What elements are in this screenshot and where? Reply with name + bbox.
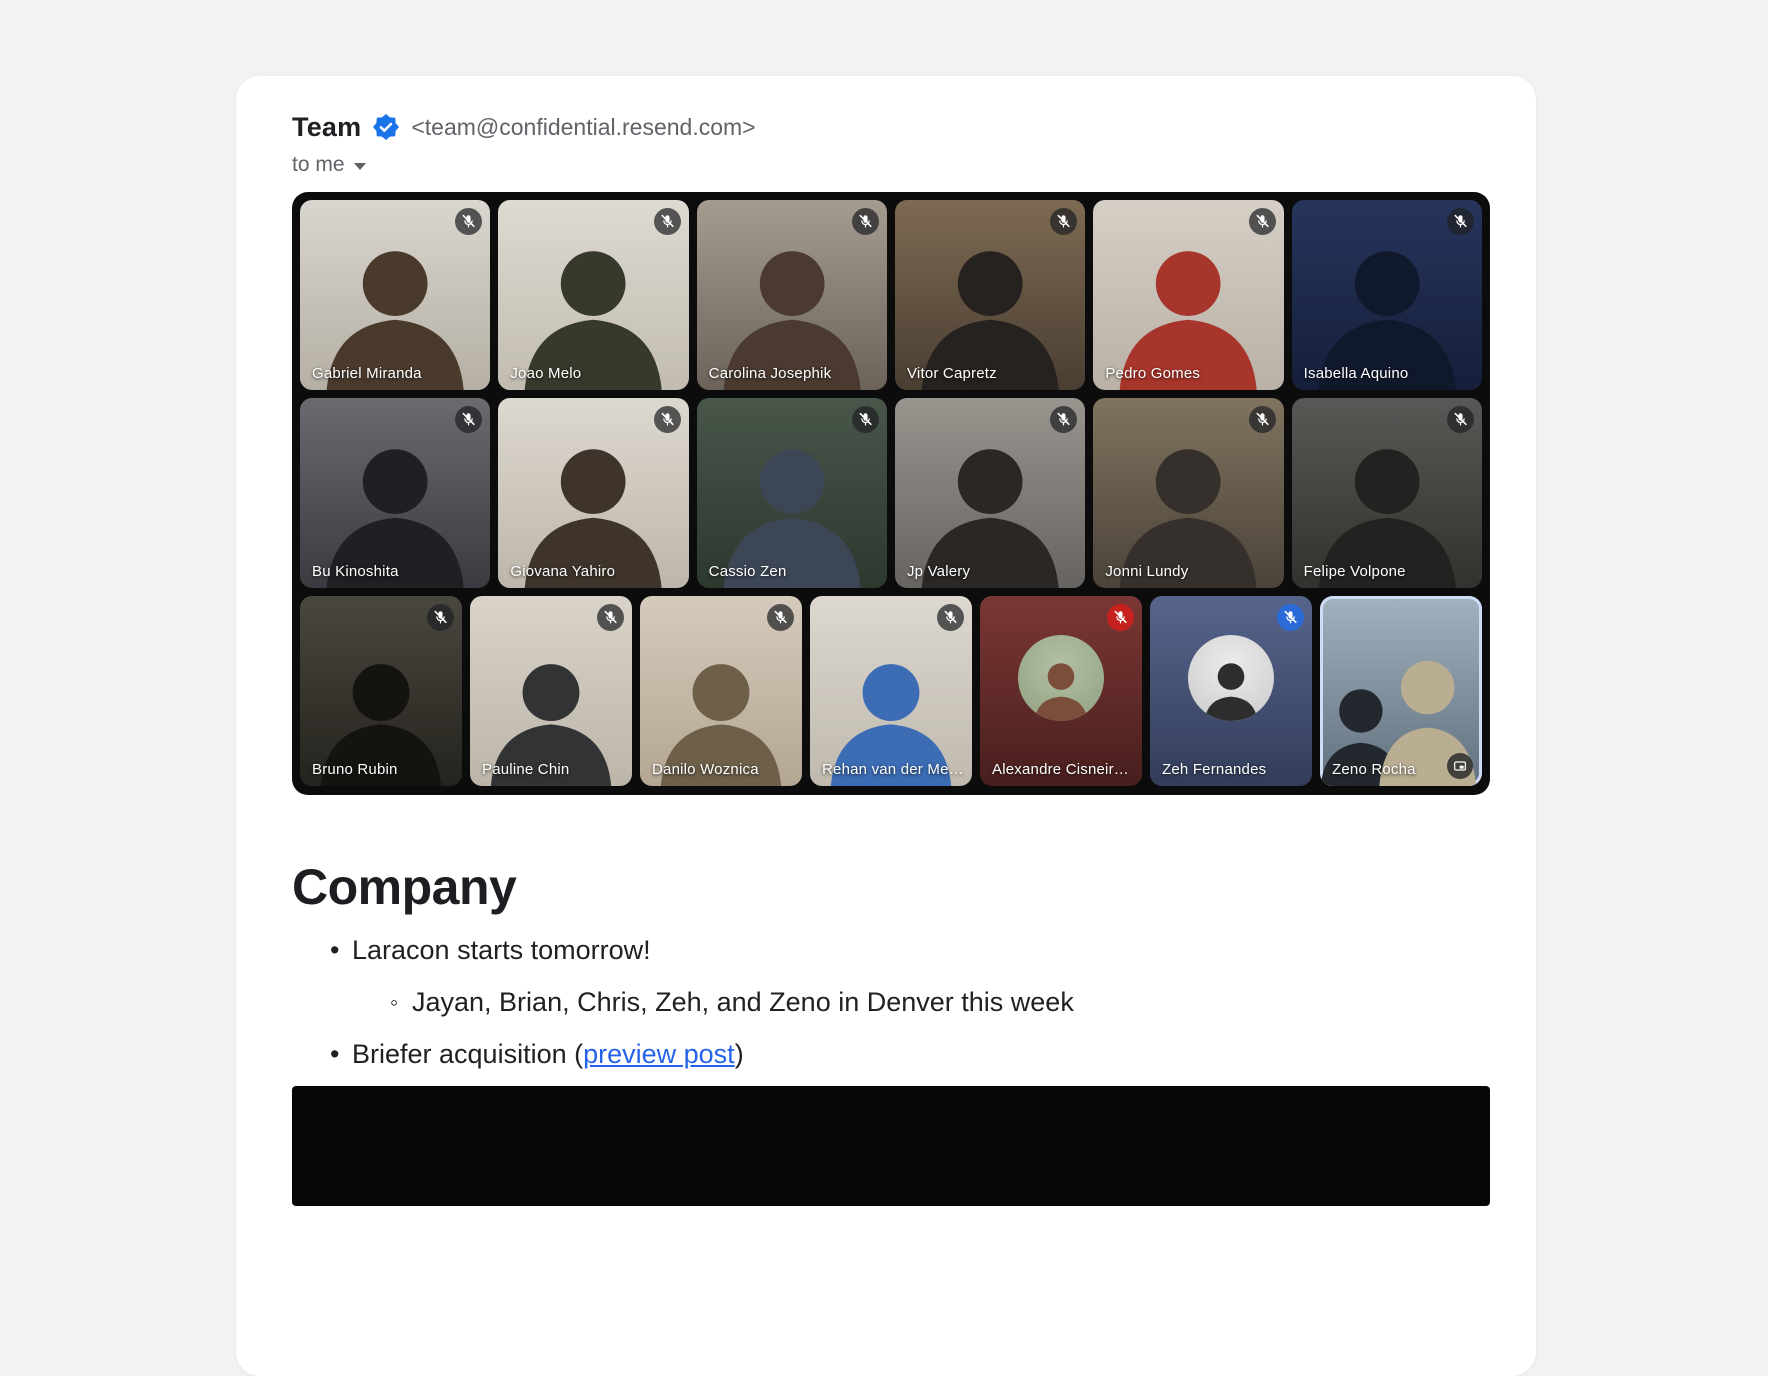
preview-post-link[interactable]: preview post	[583, 1039, 735, 1069]
participant-tile: Carolina Josephik	[697, 200, 887, 390]
participant-tile: Danilo Woznica	[640, 596, 802, 786]
chevron-down-icon[interactable]	[354, 163, 366, 170]
participant-tile: Bu Kinoshita	[300, 398, 490, 588]
sender-address: <team@confidential.resend.com>	[411, 110, 755, 144]
participant-name: Vitor Capretz	[907, 365, 997, 382]
list-item-text: Briefer acquisition (preview post)	[352, 1037, 744, 1071]
avatar	[1188, 635, 1274, 721]
participant-name: Zeno Rocha	[1332, 761, 1416, 778]
list-item-text-before: Briefer acquisition (	[352, 1039, 583, 1069]
meet-grid-row-2: Bu Kinoshita Giovana Yahi	[300, 398, 1482, 588]
sender-name: Team	[292, 110, 361, 144]
recipient-label: to me	[292, 152, 345, 178]
mic-off-icon	[937, 604, 964, 631]
participant-name: Felipe Volpone	[1304, 563, 1406, 580]
mic-off-icon	[654, 406, 681, 433]
mic-off-icon	[427, 604, 454, 631]
participant-tile: Jonni Lundy	[1093, 398, 1283, 588]
participant-tile: Cassio Zen	[697, 398, 887, 588]
participant-name: Zeh Fernandes	[1162, 761, 1266, 778]
recipient-row[interactable]: to me	[292, 152, 366, 178]
mic-off-icon	[1277, 604, 1304, 631]
mic-off-icon	[767, 604, 794, 631]
participant-tile: Jp Valery	[895, 398, 1085, 588]
mic-off-icon	[1249, 406, 1276, 433]
participant-tile: Isabella Aquino	[1292, 200, 1482, 390]
mic-off-icon	[597, 604, 624, 631]
participant-name: Gabriel Miranda	[312, 365, 422, 382]
participant-tile: Bruno Rubin	[300, 596, 462, 786]
participant-tile: Zeh Fernandes	[1150, 596, 1312, 786]
email-card: Team <team@confidential.resend.com> to m…	[236, 76, 1536, 1376]
participant-name: Carolina Josephik	[709, 365, 832, 382]
picture-in-picture-icon	[1447, 753, 1473, 779]
participant-name: Pedro Gomes	[1105, 365, 1200, 382]
verified-badge-icon	[373, 114, 399, 140]
participant-name: Cassio Zen	[709, 563, 787, 580]
mic-off-icon	[852, 406, 879, 433]
bullet-marker: •	[330, 1037, 352, 1071]
mic-off-icon	[654, 208, 681, 235]
meet-grid-row-1: Gabriel Miranda Joao Melo	[300, 200, 1482, 390]
participant-name: Joao Melo	[510, 365, 581, 382]
section-heading: Company	[292, 857, 1490, 917]
participant-tile: Zeno Rocha	[1320, 596, 1482, 786]
participant-name: Isabella Aquino	[1304, 365, 1409, 382]
participant-name: Rehan van der Me…	[822, 761, 964, 778]
list-item: ◦ Jayan, Brian, Chris, Zeh, and Zeno in …	[292, 985, 1490, 1019]
list-item: • Laracon starts tomorrow!	[292, 933, 1490, 967]
mic-off-icon	[1447, 208, 1474, 235]
participant-name: Giovana Yahiro	[510, 563, 615, 580]
participant-tile: Giovana Yahiro	[498, 398, 688, 588]
mic-off-icon	[1107, 604, 1134, 631]
participant-tile: Joao Melo	[498, 200, 688, 390]
email-header: Team <team@confidential.resend.com>	[292, 110, 1490, 144]
bullet-list: • Laracon starts tomorrow! ◦ Jayan, Bria…	[292, 933, 1490, 1071]
video-call-image[interactable]: Gabriel Miranda Joao Melo	[292, 192, 1490, 795]
list-item-text: Jayan, Brian, Chris, Zeh, and Zeno in De…	[412, 985, 1074, 1019]
mic-off-icon	[1447, 406, 1474, 433]
list-item-text: Laracon starts tomorrow!	[352, 933, 651, 967]
participant-name: Alexandre Cisneir…	[992, 761, 1129, 778]
participant-tile: Vitor Capretz	[895, 200, 1085, 390]
participant-name: Pauline Chin	[482, 761, 569, 778]
mic-off-icon	[1249, 208, 1276, 235]
avatar	[1018, 635, 1104, 721]
participant-tile: Felipe Volpone	[1292, 398, 1482, 588]
participant-tile: Gabriel Miranda	[300, 200, 490, 390]
list-item: • Briefer acquisition (preview post)	[292, 1037, 1490, 1071]
bullet-marker: ◦	[390, 985, 412, 1019]
participant-tile: Rehan van der Me…	[810, 596, 972, 786]
participant-name: Jp Valery	[907, 563, 970, 580]
mic-off-icon	[852, 208, 879, 235]
embedded-image-partial[interactable]	[292, 1086, 1490, 1206]
participant-name: Bruno Rubin	[312, 761, 398, 778]
meet-grid-row-3: Bruno Rubin Pauline Chin	[300, 596, 1482, 786]
participant-name: Jonni Lundy	[1105, 563, 1188, 580]
participant-tile: Alexandre Cisneir…	[980, 596, 1142, 786]
bullet-marker: •	[330, 933, 352, 967]
participant-tile: Pauline Chin	[470, 596, 632, 786]
participant-name: Bu Kinoshita	[312, 563, 399, 580]
participant-name: Danilo Woznica	[652, 761, 759, 778]
list-item-text-after: )	[735, 1039, 744, 1069]
participant-tile: Pedro Gomes	[1093, 200, 1283, 390]
